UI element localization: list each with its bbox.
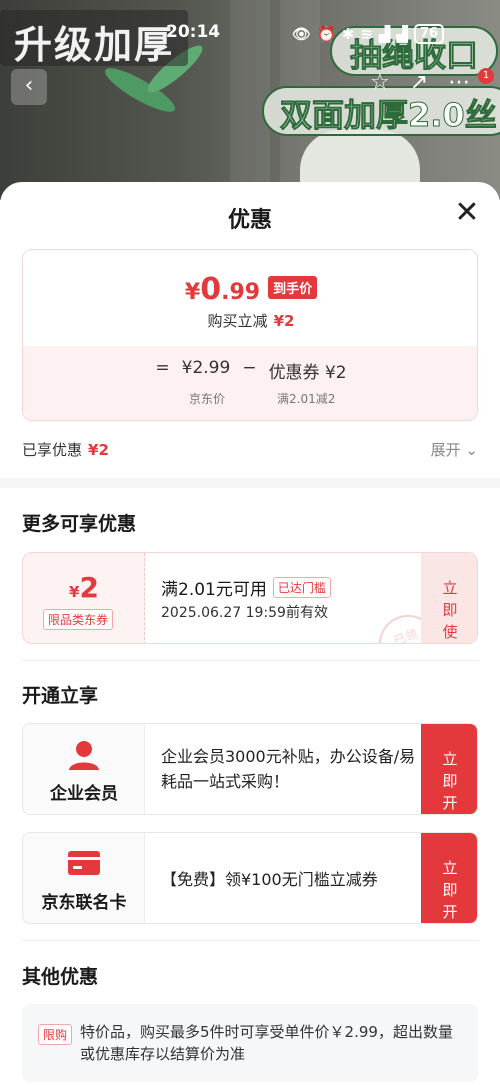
5g-signal-icon: ▟ — [396, 25, 408, 43]
notification-badge: 1 — [478, 68, 494, 84]
more-coupons-title: 更多可享优惠 — [22, 513, 137, 535]
section-divider — [0, 478, 500, 488]
jd-cobrand-desc: 【免费】领¥100无门槛立减券 — [161, 870, 378, 889]
enjoyed-value: ¥2 — [88, 441, 109, 459]
coupon-info: 满2.01元可用 已达门槛 2025.06.27 19:59前有效 已领 — [145, 553, 446, 643]
coupon-card[interactable]: ¥2 限品类东券 满2.01元可用 已达门槛 2025.06.27 19:59前… — [22, 552, 478, 644]
discount-sheet: 优惠 ✕ ¥0.99 到手价 购买立减 ¥2 = ¥2.99 − 优惠券 ¥2 京… — [0, 182, 500, 1085]
5g-signal-icon: ▟ — [378, 25, 391, 43]
coupon-status-tag: 已达门槛 — [272, 577, 331, 598]
coupon-amount: ¥2 — [23, 571, 145, 604]
open-enterprise-member-button[interactable]: 立即开通 — [421, 724, 477, 814]
discount-value: ¥2 — [273, 312, 295, 330]
limit-tag: 限购 — [38, 1024, 73, 1045]
person-icon — [69, 741, 99, 770]
coupon-condition: 满2.01元可用 已达门槛 — [161, 575, 331, 600]
divider-line — [22, 940, 478, 941]
share-icon[interactable]: ↗ — [410, 70, 428, 95]
formula-coupon-label: 满2.01减2 — [277, 392, 336, 406]
formula-minus: − — [242, 358, 257, 378]
formula-equals: = — [155, 358, 170, 378]
discount-row: 购买立减 ¥2 — [23, 310, 477, 331]
formula-base: ¥2.99 — [181, 358, 231, 378]
formula-coupon: 优惠券 ¥2 — [268, 363, 347, 383]
alarm-icon: ⏰ — [317, 25, 336, 43]
final-price-row: ¥0.99 到手价 — [23, 272, 477, 307]
open-enjoy-title: 开通立享 — [22, 685, 99, 707]
enterprise-member-desc: 企业会员3000元补贴，办公设备/易耗品一站式采购！ — [161, 747, 416, 791]
formula-row: = ¥2.99 − 优惠券 ¥2 — [23, 358, 477, 383]
other-discount-text: 特价品，购买最多5件时可享受单件价￥2.99，超出数量或优惠库存以结算价为准 — [80, 1023, 453, 1063]
jd-cobrand-name: 京东联名卡 — [41, 893, 127, 913]
close-icon: ✕ — [454, 195, 480, 230]
discount-label: 购买立减 — [207, 312, 268, 330]
coupon-yen: ¥ — [69, 583, 80, 601]
top-action-icons: ☆ ↗ ⋯ — [370, 70, 470, 95]
eye-icon: 👁 — [292, 25, 312, 43]
jd-cobrand-left: 京东联名卡 — [23, 833, 145, 923]
other-discounts-title: 其他优惠 — [22, 966, 99, 988]
enterprise-member-name: 企业会员 — [50, 784, 118, 804]
status-bar: 20:14 👁 ⏰ ✱ ≋ ▟ ▟ 76 — [0, 22, 500, 48]
chevron-down-icon: ⌄ — [465, 441, 478, 459]
chevron-left-icon: ‹ — [24, 73, 34, 98]
close-button[interactable]: ✕ — [450, 198, 484, 232]
battery-icon: 76 — [413, 24, 445, 44]
formula-base-label: 京东价 — [189, 392, 226, 406]
bluetooth-icon: ✱ — [341, 25, 355, 43]
open-jd-cobrand-button[interactable]: 立即开通 — [421, 833, 477, 923]
divider-line — [22, 660, 478, 661]
price-card-top: ¥0.99 到手价 购买立减 ¥2 — [23, 250, 477, 346]
use-coupon-button[interactable]: 立即使用 — [421, 553, 477, 643]
coupon-left: ¥2 限品类东券 — [23, 553, 145, 643]
enterprise-member-card[interactable]: 企业会员 企业会员3000元补贴，办公设备/易耗品一站式采购！ 立即开通 — [22, 723, 478, 815]
final-price: ¥0.99 — [185, 272, 260, 307]
star-icon[interactable]: ☆ — [370, 70, 390, 95]
status-time: 20:14 — [166, 22, 221, 42]
final-price-yen: ¥ — [184, 280, 201, 305]
credit-card-icon — [68, 851, 100, 875]
expand-label: 展开 — [430, 441, 461, 459]
back-button[interactable]: ‹ — [11, 69, 47, 105]
coupon-amount-value: 2 — [79, 571, 99, 604]
jd-cobrand-card[interactable]: 京东联名卡 【免费】领¥100无门槛立减券 立即开通 — [22, 832, 478, 924]
enjoyed-discount-row: 已享优惠 ¥2 展开 ⌄ — [22, 439, 478, 460]
status-icons: 👁 ⏰ ✱ ≋ ▟ ▟ 76 — [292, 24, 445, 44]
other-discount-box: 限购 特价品，购买最多5件时可享受单件价￥2.99，超出数量或优惠库存以结算价为… — [22, 1004, 478, 1082]
coupon-type-tag: 限品类东券 — [43, 609, 114, 630]
final-price-tag: 到手价 — [268, 276, 318, 299]
final-price-integer: 0 — [200, 272, 222, 307]
coupon-condition-text: 满2.01元可用 — [161, 580, 267, 600]
more-icon[interactable]: ⋯ — [448, 70, 470, 95]
enjoyed-label: 已享优惠 — [22, 441, 83, 459]
price-card: ¥0.99 到手价 购买立减 ¥2 = ¥2.99 − 优惠券 ¥2 京东价 满2… — [22, 249, 478, 421]
sheet-title: 优惠 — [227, 208, 272, 233]
final-price-decimal: .99 — [221, 280, 261, 305]
enterprise-member-left: 企业会员 — [23, 724, 145, 814]
wifi-icon: ≋ — [360, 25, 373, 43]
coupon-expiry: 2025.06.27 19:59前有效 — [161, 605, 328, 621]
expand-button[interactable]: 展开 ⌄ — [431, 439, 478, 460]
price-formula: = ¥2.99 − 优惠券 ¥2 京东价 满2.01减2 — [23, 346, 477, 420]
